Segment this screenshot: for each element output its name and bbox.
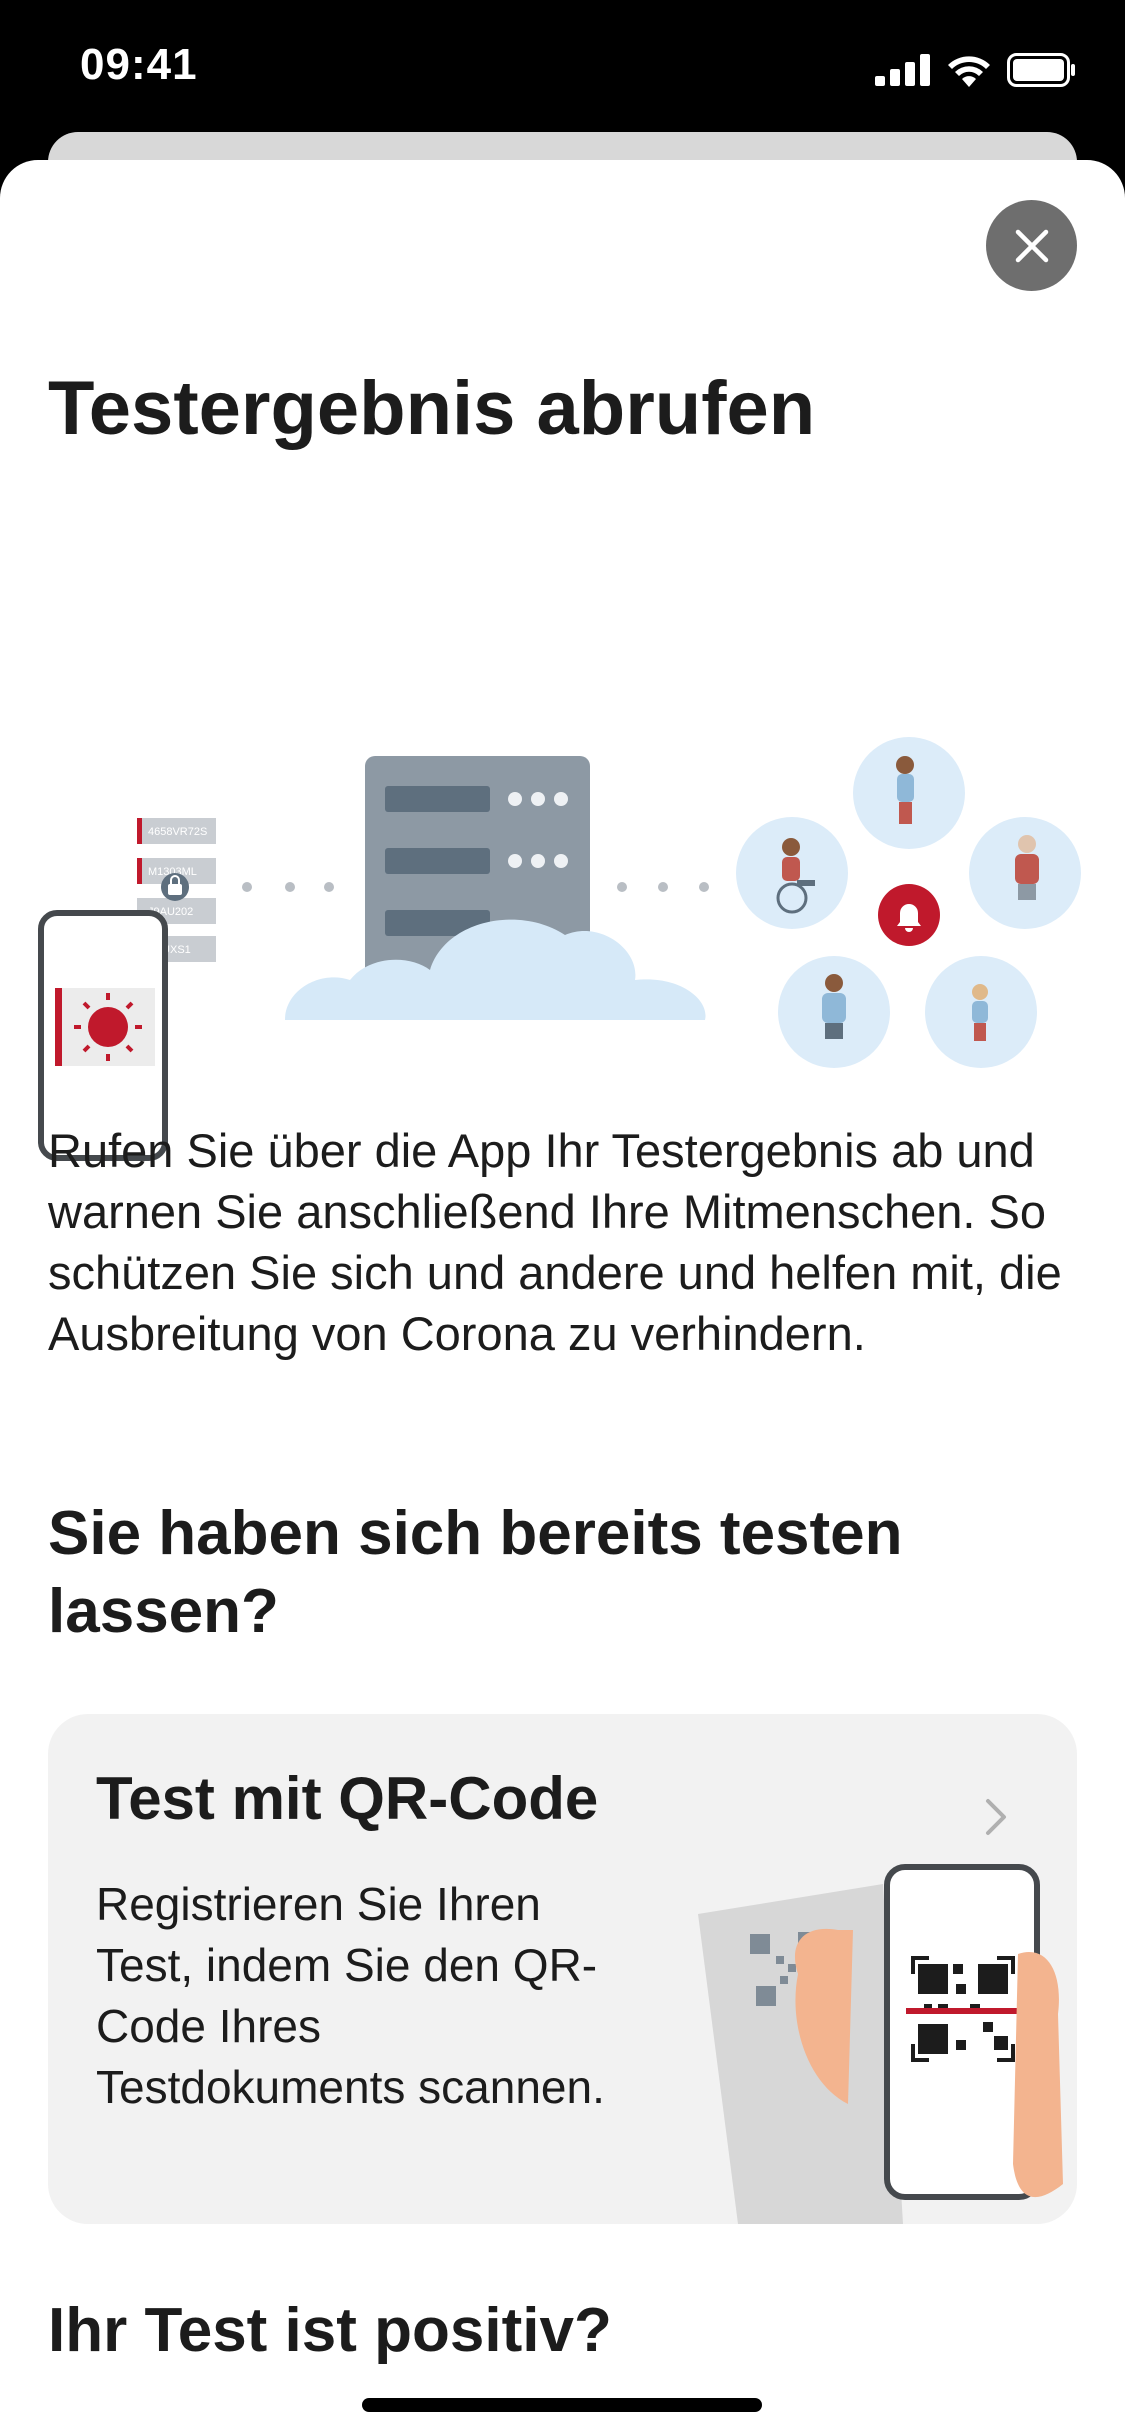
test-result-illustration: 4658VR72S M1303ML J9AU202 4DUXS1 — [38, 737, 1081, 1161]
qr-code-test-card[interactable]: Test mit QR-Code Registrieren Sie Ihren … — [48, 1714, 1077, 2224]
modal-sheet: Testergebnis abrufen 4658VR72S M1303ML J… — [0, 160, 1125, 2436]
qr-card-title: Test mit QR-Code — [96, 1765, 599, 1832]
status-bar: 09:41 — [0, 0, 1125, 150]
code-tag-1: 4658VR72S — [148, 826, 207, 838]
qr-scan-illustration — [698, 1864, 1063, 2224]
status-icons — [875, 50, 1077, 90]
connection-dots-left — [242, 882, 334, 892]
section-heading-already-tested: Sie haben sich bereits testen lassen? — [48, 1499, 903, 1646]
people-illustration — [736, 737, 1081, 1068]
intro-text: Rufen Sie über die App Ihr Testergebnis … — [48, 1124, 1062, 1360]
cellular-signal-icon — [875, 54, 930, 86]
close-icon — [1015, 229, 1048, 262]
home-indicator[interactable] — [362, 2398, 762, 2412]
section-heading-positive-test: Ihr Test ist positiv? — [48, 2296, 612, 2365]
close-button[interactable] — [986, 200, 1077, 291]
cloud-illustration — [285, 919, 706, 1020]
battery-icon — [1007, 53, 1075, 87]
page-title: Testergebnis abrufen — [48, 366, 816, 451]
connection-dots-right — [617, 882, 709, 892]
qr-card-description: Registrieren Sie Ihren Test, indem Sie d… — [96, 1878, 605, 2113]
status-time: 09:41 — [80, 40, 198, 89]
chevron-right-icon — [986, 1799, 1006, 1835]
wifi-icon — [948, 56, 990, 87]
